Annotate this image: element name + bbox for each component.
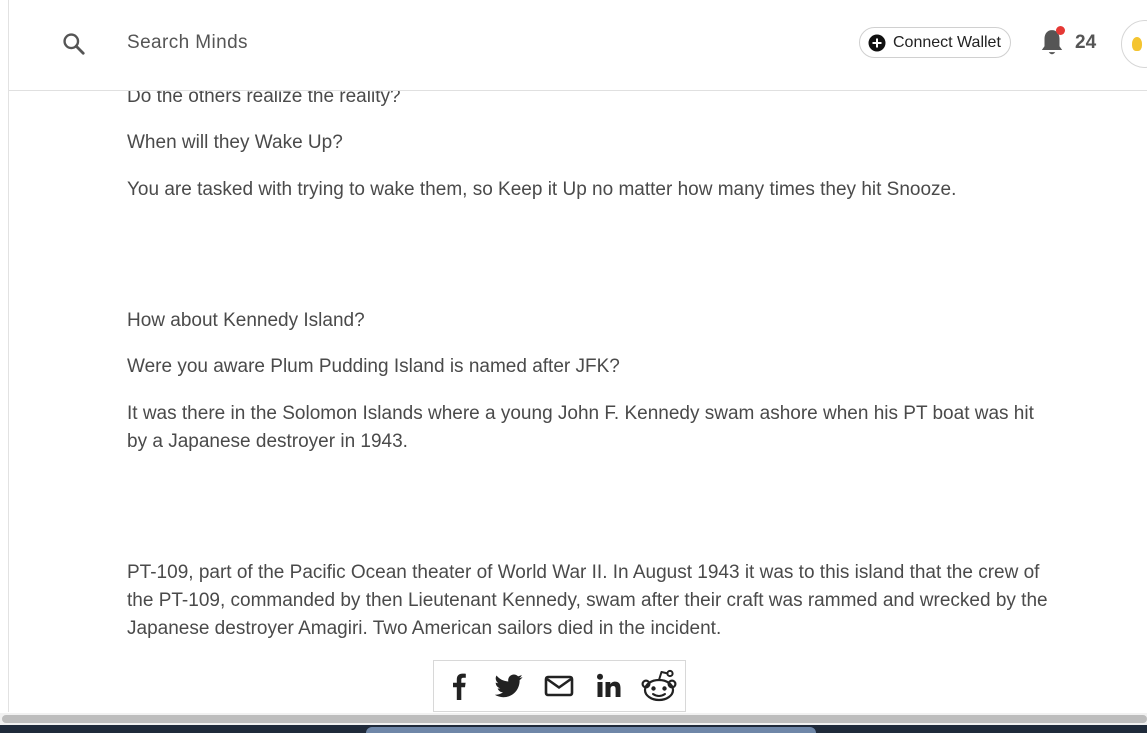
linkedin-icon <box>596 673 622 699</box>
notifications-button[interactable] <box>1039 26 1065 58</box>
plus-circle-icon <box>868 34 886 52</box>
notification-count: 24 <box>1075 32 1097 53</box>
share-reddit-button[interactable] <box>634 661 684 711</box>
user-avatar-button[interactable] <box>1121 20 1147 68</box>
share-twitter-button[interactable] <box>484 661 534 711</box>
scrollbar-thumb[interactable] <box>2 715 1147 723</box>
share-facebook-button[interactable] <box>434 661 484 711</box>
notification-badge-dot <box>1056 26 1065 35</box>
top-bar: Connect Wallet 24 <box>9 0 1147 91</box>
article-paragraph: When will they Wake Up? <box>127 132 343 153</box>
horizontal-scrollbar[interactable] <box>0 713 1147 725</box>
share-bar <box>433 660 686 712</box>
article-paragraph: PT-109, part of the Pacific Ocean theate… <box>127 562 1048 639</box>
article-paragraph: Were you aware Plum Pudding Island is na… <box>127 356 620 377</box>
article-paragraph: You are tasked with trying to wake them,… <box>127 179 957 200</box>
article-paragraph: It was there in the Solomon Islands wher… <box>127 403 1034 452</box>
share-email-button[interactable] <box>534 661 584 711</box>
search-input[interactable] <box>127 28 487 58</box>
connect-wallet-button[interactable]: Connect Wallet <box>859 27 1011 58</box>
reddit-icon <box>640 669 678 703</box>
share-linkedin-button[interactable] <box>584 661 634 711</box>
twitter-icon <box>495 674 523 698</box>
os-dock <box>366 727 816 733</box>
minds-page: Connect Wallet 24 Do the others realize … <box>0 0 1147 733</box>
search-icon[interactable] <box>61 31 87 57</box>
connect-wallet-label: Connect Wallet <box>893 33 1001 51</box>
article-paragraph: How about Kennedy Island? <box>127 310 365 331</box>
email-icon <box>544 674 574 698</box>
facebook-icon <box>448 672 470 700</box>
lightbulb-icon <box>1132 37 1142 51</box>
sidebar-divider <box>8 0 9 712</box>
bell-icon <box>1039 30 1065 62</box>
